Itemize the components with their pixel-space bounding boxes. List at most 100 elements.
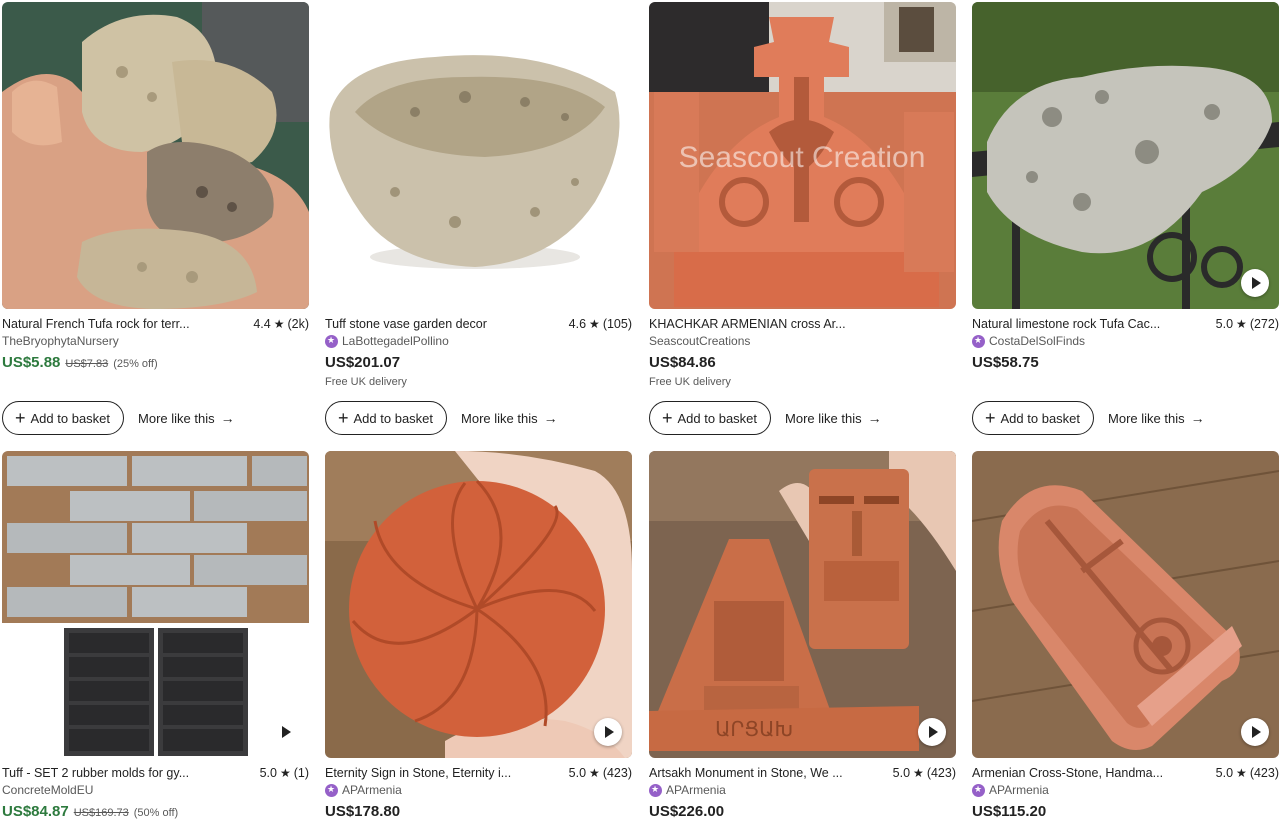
more-like-this-label: More like this — [785, 410, 862, 426]
shop-name[interactable]: LaBottegadelPollino — [342, 334, 449, 348]
add-to-basket-label: Add to basket — [677, 410, 758, 426]
rating-value: 5.0 — [259, 766, 277, 780]
price: US$178.80 — [325, 803, 401, 820]
review-count: (105) — [602, 317, 632, 331]
plus-icon: + — [15, 408, 26, 428]
add-to-basket-button[interactable]: + Add to basket — [2, 401, 125, 435]
discount-percent: (25% off) — [113, 358, 158, 370]
listing-image[interactable] — [972, 2, 1279, 309]
sale-price: US$5.88 — [2, 354, 61, 371]
shop-row: APArmenia — [325, 782, 402, 798]
star-icon: ★ — [913, 766, 924, 780]
add-to-basket-button[interactable]: + Add to basket — [649, 401, 772, 435]
listing-title[interactable]: Natural French Tufa rock for terr... — [2, 317, 253, 331]
play-video-icon[interactable] — [1241, 269, 1269, 297]
play-video-icon[interactable] — [594, 718, 622, 746]
review-count: (272) — [1249, 317, 1279, 331]
listing-card[interactable]: Tuff - SET 2 rubber molds for gy... 5.0 … — [2, 451, 309, 823]
more-like-this-label: More like this — [1108, 410, 1185, 426]
rating-value: 4.6 — [568, 317, 587, 331]
listing-rating: 5.0 ★ (423) — [569, 766, 632, 780]
listing-image[interactable] — [325, 2, 632, 309]
listing-card[interactable]: Natural limestone rock Tufa Cac... 5.0 ★… — [972, 2, 1279, 442]
listing-title[interactable]: Eternity Sign in Stone, Eternity i... — [325, 766, 569, 780]
price-row: US$178.80 — [325, 803, 400, 820]
listing-card[interactable]: ԱՐՑԱԽ Artsakh Monument in Stone, We ... … — [649, 451, 956, 823]
shop-row: CostaDelSolFinds — [972, 333, 1085, 349]
shop-row: ConcreteMoldEU — [2, 782, 93, 798]
listing-image[interactable]: ԱՐՑԱԽ — [649, 451, 956, 758]
review-count: (423) — [602, 766, 632, 780]
star-icon: ★ — [273, 317, 285, 331]
shop-name[interactable]: SeascoutCreations — [649, 334, 750, 348]
add-to-basket-label: Add to basket — [353, 410, 434, 426]
listing-rating: 4.6 ★ (105) — [569, 317, 632, 331]
shop-name[interactable]: APArmenia — [342, 783, 402, 797]
star-icon: ★ — [589, 317, 600, 331]
shop-name[interactable]: APArmenia — [989, 783, 1049, 797]
listing-card[interactable]: Armenian Cross-Stone, Handma... 5.0 ★ (4… — [972, 451, 1279, 823]
price-row: US$115.20 — [972, 803, 1046, 820]
listing-card[interactable]: Eternity Sign in Stone, Eternity i... 5.… — [325, 451, 632, 823]
title-row: Tuff - SET 2 rubber molds for gy... 5.0 … — [2, 764, 309, 782]
more-like-this-link[interactable]: More like this → — [461, 410, 558, 426]
listing-image[interactable] — [2, 2, 309, 309]
listing-title[interactable]: KHACHKAR ARMENIAN cross Ar... — [649, 317, 956, 331]
review-count: (423) — [926, 766, 956, 780]
listing-image[interactable] — [972, 451, 1279, 758]
listing-image[interactable]: Seascout Creation — [649, 2, 956, 309]
add-to-basket-button[interactable]: + Add to basket — [325, 401, 448, 435]
price-row: US$5.88 US$7.83 (25% off) — [2, 354, 158, 371]
shop-name[interactable]: APArmenia — [666, 783, 726, 797]
delivery-note: Free UK delivery — [325, 376, 407, 388]
original-price: US$169.73 — [73, 807, 129, 819]
add-to-basket-button[interactable]: + Add to basket — [972, 401, 1095, 435]
price: US$84.86 — [649, 354, 716, 371]
play-video-icon[interactable] — [271, 718, 299, 746]
sale-price: US$84.87 — [2, 803, 69, 820]
add-to-basket-label: Add to basket — [1000, 410, 1081, 426]
shop-row: LaBottegadelPollino — [325, 333, 449, 349]
more-like-this-link[interactable]: More like this → — [1108, 410, 1205, 426]
listing-title[interactable]: Tuff - SET 2 rubber molds for gy... — [2, 766, 260, 780]
more-like-this-link[interactable]: More like this → — [785, 410, 882, 426]
listing-rating: 5.0 ★ (423) — [1216, 766, 1279, 780]
title-row: KHACHKAR ARMENIAN cross Ar... — [649, 315, 956, 333]
armenian-cross-stone-image — [972, 451, 1279, 758]
monument-engraving: ԱՐՑԱԽ — [715, 717, 793, 741]
listing-title[interactable]: Natural limestone rock Tufa Cac... — [972, 317, 1216, 331]
play-video-icon[interactable] — [1241, 718, 1269, 746]
listing-image[interactable] — [2, 451, 309, 758]
shop-row: SeascoutCreations — [649, 333, 750, 349]
price: US$201.07 — [325, 354, 401, 371]
price-row: US$201.07 — [325, 354, 400, 371]
listing-title[interactable]: Armenian Cross-Stone, Handma... — [972, 766, 1216, 780]
listing-card[interactable]: Natural French Tufa rock for terr... 4.4… — [2, 2, 309, 442]
title-row: Tuff stone vase garden decor 4.6 ★ (105) — [325, 315, 632, 333]
price-row: US$84.86 — [649, 354, 716, 371]
more-like-this-link[interactable]: More like this → — [138, 410, 235, 426]
play-video-icon[interactable] — [918, 718, 946, 746]
shop-name[interactable]: ConcreteMoldEU — [2, 783, 93, 797]
shop-row: APArmenia — [649, 782, 726, 798]
card-actions: + Add to basket More like this → — [649, 401, 882, 435]
shop-name[interactable]: TheBryophytaNursery — [2, 334, 119, 348]
listing-card[interactable]: Seascout Creation KHACHKAR ARMENIAN cros… — [649, 2, 956, 442]
listing-title[interactable]: Tuff stone vase garden decor — [325, 317, 569, 331]
listing-rating: 5.0 ★ (423) — [893, 766, 956, 780]
original-price: US$7.83 — [65, 358, 109, 370]
title-row: Armenian Cross-Stone, Handma... 5.0 ★ (4… — [972, 764, 1279, 782]
tufa-rocks-in-hand-image — [2, 2, 309, 309]
shop-name[interactable]: CostaDelSolFinds — [989, 334, 1085, 348]
listing-title[interactable]: Artsakh Monument in Stone, We ... — [649, 766, 893, 780]
add-to-basket-label: Add to basket — [30, 410, 111, 426]
star-seller-icon — [972, 334, 985, 348]
more-like-this-label: More like this — [461, 410, 538, 426]
price-row: US$84.87 US$169.73 (50% off) — [2, 803, 178, 820]
listing-image[interactable] — [325, 451, 632, 758]
delivery-note: Free UK delivery — [649, 376, 731, 388]
plus-icon: + — [985, 408, 996, 428]
listing-card[interactable]: Tuff stone vase garden decor 4.6 ★ (105)… — [325, 2, 632, 442]
listing-grid: Natural French Tufa rock for terr... 4.4… — [0, 0, 1280, 823]
listing-rating: 5.0 ★ (1) — [260, 766, 309, 780]
